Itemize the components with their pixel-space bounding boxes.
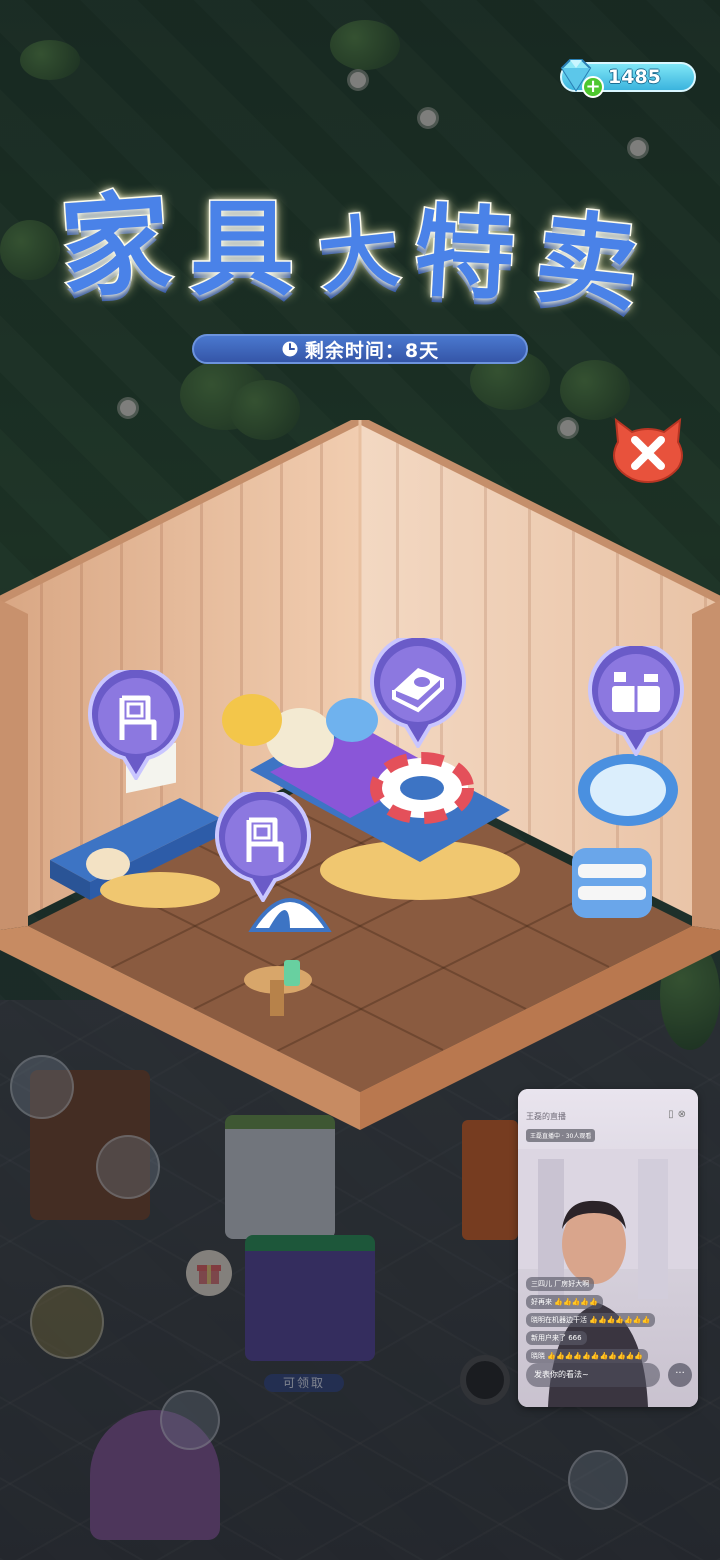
chat-message: 好再来 👍👍👍👍👍 — [526, 1295, 603, 1309]
chair-icon — [215, 787, 311, 904]
title-char: 大 — [313, 203, 405, 307]
event-title: 家 具 大 特 卖 — [50, 150, 670, 330]
live-stream-window[interactable]: 王磊的直播 ▯⊗ 王磊直播中 · 30人观看 三四儿 厂房好大啊 好再来 👍👍👍… — [518, 1089, 698, 1407]
title-char: 卖 — [529, 196, 646, 328]
chat-message: 晓晓 👍👍👍👍👍👍👍👍👍👍👍 — [526, 1349, 649, 1363]
chat-message: 三四儿 厂房好大啊 — [526, 1277, 595, 1291]
furniture-slot-bed[interactable] — [370, 633, 466, 750]
cabinet-icon — [588, 641, 684, 758]
live-title: 王磊的直播 — [526, 1112, 566, 1121]
furniture-slot-lamp-table[interactable] — [215, 787, 311, 904]
furniture-slot-dresser[interactable] — [588, 641, 684, 758]
clock-icon — [282, 341, 298, 357]
live-window-controls[interactable]: ▯⊗ — [668, 1109, 690, 1120]
furniture-room — [0, 415, 720, 1140]
add-gems-button[interactable]: + — [582, 76, 604, 98]
comment-input[interactable]: 发表你的看法~ — [526, 1363, 660, 1387]
bed-icon — [370, 633, 466, 750]
title-char: 特 — [410, 191, 519, 316]
chat-message: 晓明在机器边干活 👍👍👍👍👍👍👍 — [526, 1313, 656, 1327]
more-options-button[interactable]: ··· — [668, 1363, 692, 1387]
event-timer: 剩余时间：8天 — [192, 334, 528, 364]
chair-icon — [88, 665, 184, 782]
gem-counter[interactable]: + 1485 — [560, 59, 696, 98]
title-char: 家 — [55, 177, 177, 315]
live-viewer-count: 王磊直播中 · 30人观看 — [526, 1129, 596, 1142]
gem-count: 1485 — [608, 66, 661, 88]
chat-message: 新用户来了 666 — [526, 1331, 587, 1345]
furniture-slot-bench[interactable] — [88, 665, 184, 782]
timer-text: 剩余时间：8天 — [304, 339, 440, 362]
title-char: 具 — [188, 187, 295, 312]
